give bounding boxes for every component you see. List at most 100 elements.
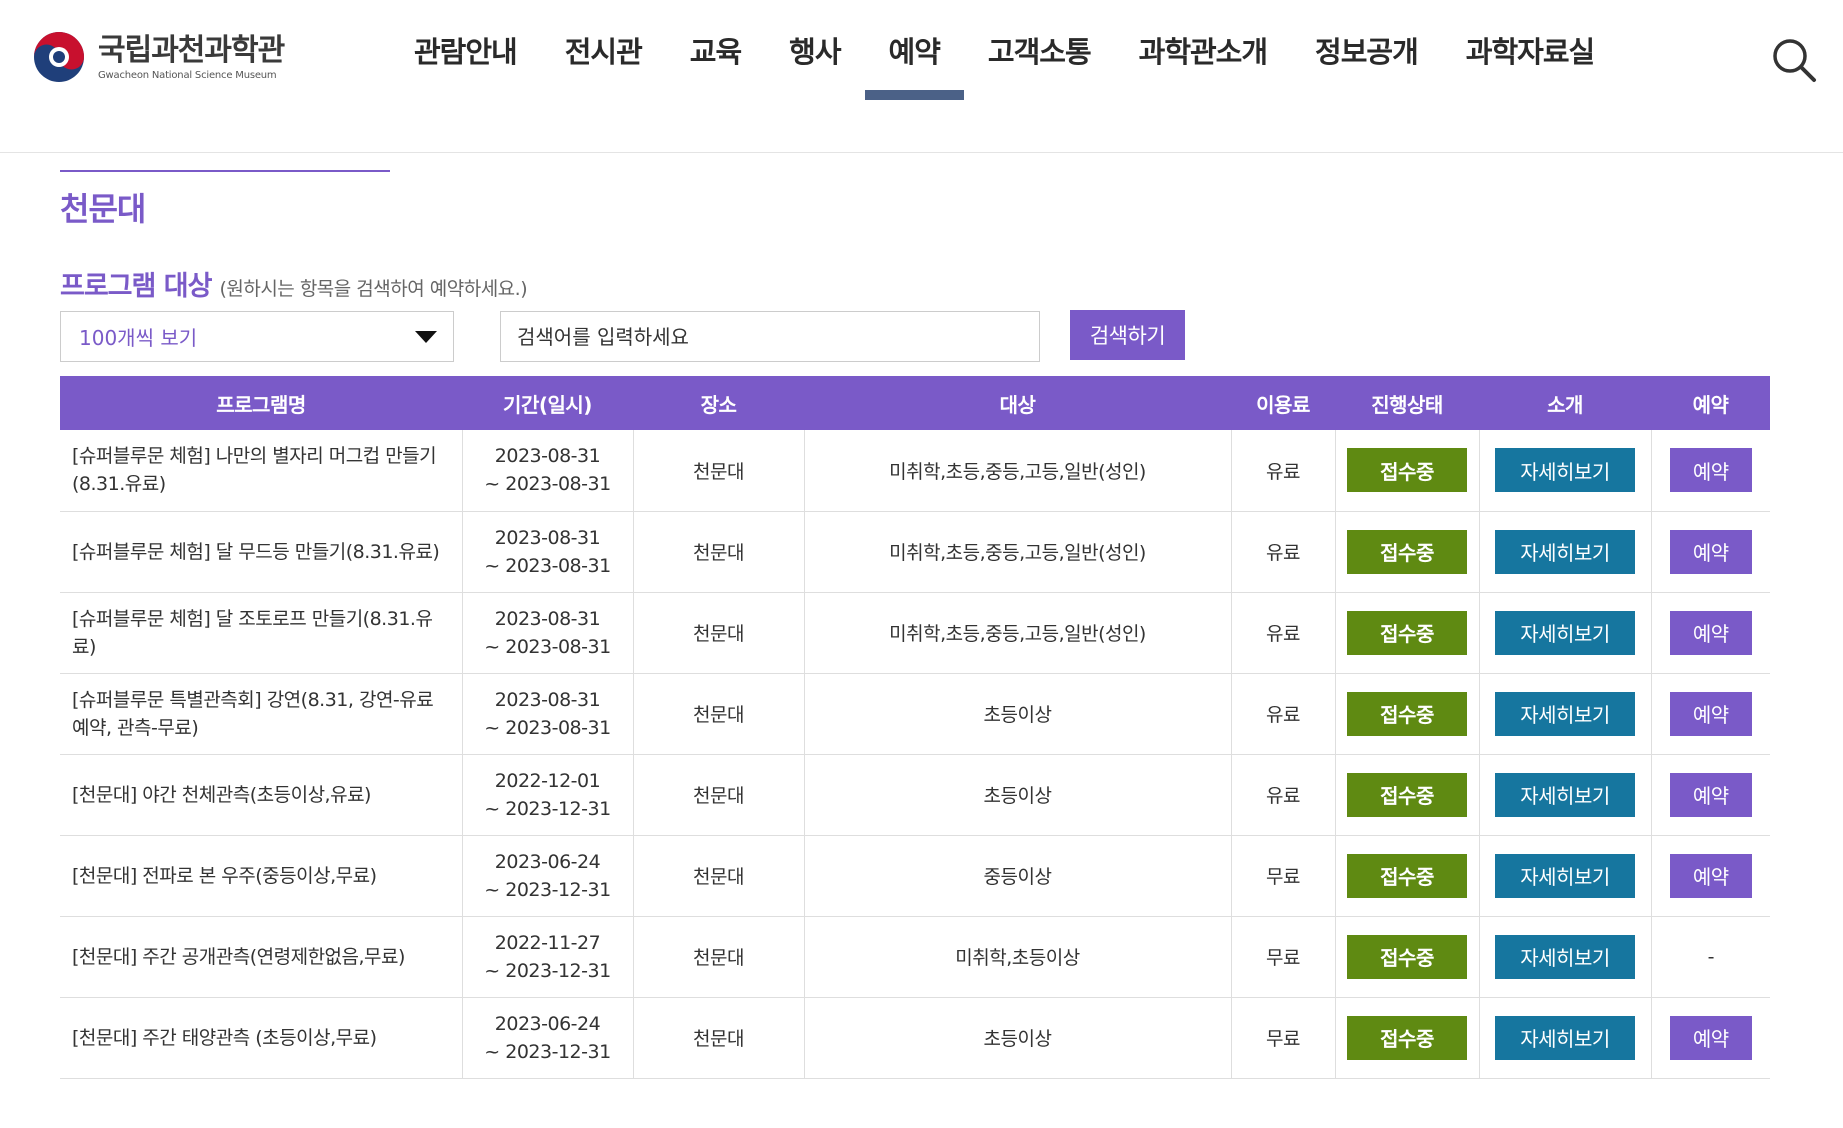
page-size-value: 100개씩 보기 xyxy=(79,326,198,350)
program-name: [천문대] 야간 천체관측(초등이상,유료) xyxy=(60,754,463,836)
program-fee: 유료 xyxy=(1231,754,1336,836)
table-row: [슈퍼블루문 체험] 달 무드등 만들기(8.31.유료) 2023-08-31… xyxy=(60,511,1770,593)
column-header: 기간(일시) xyxy=(462,376,633,430)
reserve-button[interactable]: 예약 xyxy=(1669,1015,1752,1060)
reserve-unavailable: - xyxy=(1707,945,1715,968)
status-badge: 접수중 xyxy=(1347,529,1467,574)
reserve-button[interactable]: 예약 xyxy=(1669,529,1752,574)
program-target: 중등이상 xyxy=(804,835,1232,917)
nav-item-reservation[interactable]: 예약 xyxy=(864,0,965,100)
table-row: [천문대] 주간 공개관측(연령제한없음,무료) 2022-11-27 ~ 202… xyxy=(60,916,1770,998)
nav-item-archive[interactable]: 과학자료실 xyxy=(1442,0,1618,100)
period-end: ~ 2023-08-31 xyxy=(484,554,611,577)
detail-cell: 자세히보기 xyxy=(1479,835,1652,917)
program-period: 2023-08-31 ~ 2023-08-31 xyxy=(462,511,634,593)
logo-korean-name: 국립과천과학관 xyxy=(98,32,285,68)
filter-label: 프로그램 대상 (원하시는 항목을 검색하여 예약하세요.) xyxy=(60,264,528,303)
program-place: 천문대 xyxy=(633,835,805,917)
period-end: ~ 2023-12-31 xyxy=(484,959,611,982)
detail-cell: 자세히보기 xyxy=(1479,997,1652,1079)
program-name: [슈퍼블루문 체험] 달 무드등 만들기(8.31.유료) xyxy=(60,511,463,593)
program-fee: 유료 xyxy=(1231,430,1336,512)
status-badge: 접수중 xyxy=(1347,691,1467,736)
main-navigation: 관람안내 전시관 교육 행사 예약 고객소통 과학관소개 정보공개 과학자료실 xyxy=(390,0,1618,100)
nav-item-events[interactable]: 행사 xyxy=(765,0,864,100)
period-start: 2023-06-24 xyxy=(494,1012,601,1035)
program-table: 프로그램명 기간(일시) 장소 대상 이용료 진행상태 소개 예약 [슈퍼블루문… xyxy=(60,376,1770,1079)
period-end: ~ 2023-12-31 xyxy=(484,797,611,820)
search-input[interactable] xyxy=(500,311,1040,362)
reserve-button[interactable]: 예약 xyxy=(1669,853,1752,898)
nav-item-customer[interactable]: 고객소통 xyxy=(964,0,1115,100)
program-name: [슈퍼블루문 체험] 나만의 별자리 머그컵 만들기(8.31.유료) xyxy=(60,430,463,512)
reserve-button[interactable]: 예약 xyxy=(1669,610,1752,655)
period-end: ~ 2023-08-31 xyxy=(484,716,611,739)
detail-button[interactable]: 자세히보기 xyxy=(1495,448,1635,493)
program-name: [천문대] 주간 공개관측(연령제한없음,무료) xyxy=(60,916,463,998)
detail-button[interactable]: 자세히보기 xyxy=(1495,691,1635,736)
nav-item-exhibition[interactable]: 전시관 xyxy=(541,0,666,100)
program-period: 2023-06-24 ~ 2023-12-31 xyxy=(462,835,634,917)
status-cell: 접수중 xyxy=(1335,997,1480,1079)
page-size-select[interactable]: 100개씩 보기 xyxy=(60,311,454,362)
program-fee: 유료 xyxy=(1231,673,1336,755)
search-icon[interactable] xyxy=(1770,36,1818,84)
detail-button[interactable]: 자세히보기 xyxy=(1495,1015,1635,1060)
reserve-button[interactable]: 예약 xyxy=(1669,772,1752,817)
filter-label-title: 프로그램 대상 xyxy=(60,271,212,302)
nav-item-about[interactable]: 과학관소개 xyxy=(1115,0,1291,100)
period-start: 2023-08-31 xyxy=(494,526,601,549)
detail-button[interactable]: 자세히보기 xyxy=(1495,934,1635,979)
program-target: 초등이상 xyxy=(804,673,1232,755)
nav-item-visit-guide[interactable]: 관람안내 xyxy=(390,0,541,100)
search-button[interactable]: 검색하기 xyxy=(1070,310,1185,360)
program-target: 초등이상 xyxy=(804,754,1232,836)
column-header: 이용료 xyxy=(1231,376,1335,430)
status-badge: 접수중 xyxy=(1347,1015,1467,1060)
site-logo[interactable]: 국립과천과학관 Gwacheon National Science Museum xyxy=(32,30,285,84)
nav-item-education[interactable]: 교육 xyxy=(666,0,765,100)
table-row: [천문대] 주간 태양관측 (초등이상,무료) 2023-06-24 ~ 2023… xyxy=(60,997,1770,1079)
program-fee: 무료 xyxy=(1231,997,1336,1079)
nav-item-disclosure[interactable]: 정보공개 xyxy=(1291,0,1442,100)
column-header: 프로그램명 xyxy=(60,376,462,430)
detail-button[interactable]: 자세히보기 xyxy=(1495,529,1635,574)
detail-button[interactable]: 자세히보기 xyxy=(1495,853,1635,898)
logo-english-name: Gwacheon National Science Museum xyxy=(98,69,277,81)
site-header: 국립과천과학관 Gwacheon National Science Museum… xyxy=(0,0,1843,153)
program-place: 천문대 xyxy=(633,916,805,998)
status-badge: 접수중 xyxy=(1347,610,1467,655)
program-period: 2023-08-31 ~ 2023-08-31 xyxy=(462,673,634,755)
detail-cell: 자세히보기 xyxy=(1479,511,1652,593)
reserve-button[interactable]: 예약 xyxy=(1669,448,1752,493)
program-period: 2022-12-01 ~ 2023-12-31 xyxy=(462,754,634,836)
program-name: [천문대] 전파로 본 우주(중등이상,무료) xyxy=(60,835,463,917)
detail-button[interactable]: 자세히보기 xyxy=(1495,772,1635,817)
detail-cell: 자세히보기 xyxy=(1479,673,1652,755)
program-name: [슈퍼블루문 체험] 달 조토로프 만들기(8.31.유료) xyxy=(60,592,463,674)
table-row: [천문대] 야간 천체관측(초등이상,유료) 2022-12-01 ~ 2023-… xyxy=(60,754,1770,836)
period-start: 2023-08-31 xyxy=(494,688,601,711)
table-row: [천문대] 전파로 본 우주(중등이상,무료) 2023-06-24 ~ 2023… xyxy=(60,835,1770,917)
reserve-cell: 예약 xyxy=(1651,997,1770,1079)
filter-label-hint: (원하시는 항목을 검색하여 예약하세요.) xyxy=(219,278,528,300)
program-period: 2022-11-27 ~ 2023-12-31 xyxy=(462,916,634,998)
detail-button[interactable]: 자세히보기 xyxy=(1495,610,1635,655)
program-target: 미취학,초등이상 xyxy=(804,916,1232,998)
reserve-cell: 예약 xyxy=(1651,754,1770,836)
program-target: 미취학,초등,중등,고등,일반(성인) xyxy=(804,430,1232,512)
title-divider xyxy=(60,170,390,172)
program-target: 미취학,초등,중등,고등,일반(성인) xyxy=(804,592,1232,674)
program-place: 천문대 xyxy=(633,673,805,755)
status-badge: 접수중 xyxy=(1347,853,1467,898)
period-start: 2023-06-24 xyxy=(494,850,601,873)
reserve-button[interactable]: 예약 xyxy=(1669,691,1752,736)
period-end: ~ 2023-12-31 xyxy=(484,1040,611,1063)
period-start: 2022-11-27 xyxy=(494,931,601,954)
reserve-cell: 예약 xyxy=(1651,835,1770,917)
status-cell: 접수중 xyxy=(1335,754,1480,836)
column-header: 대상 xyxy=(804,376,1231,430)
program-place: 천문대 xyxy=(633,511,805,593)
program-name: [슈퍼블루문 특별관측회] 강연(8.31, 강연-유료예약, 관측-무료) xyxy=(60,673,463,755)
reserve-cell: 예약 xyxy=(1651,511,1770,593)
